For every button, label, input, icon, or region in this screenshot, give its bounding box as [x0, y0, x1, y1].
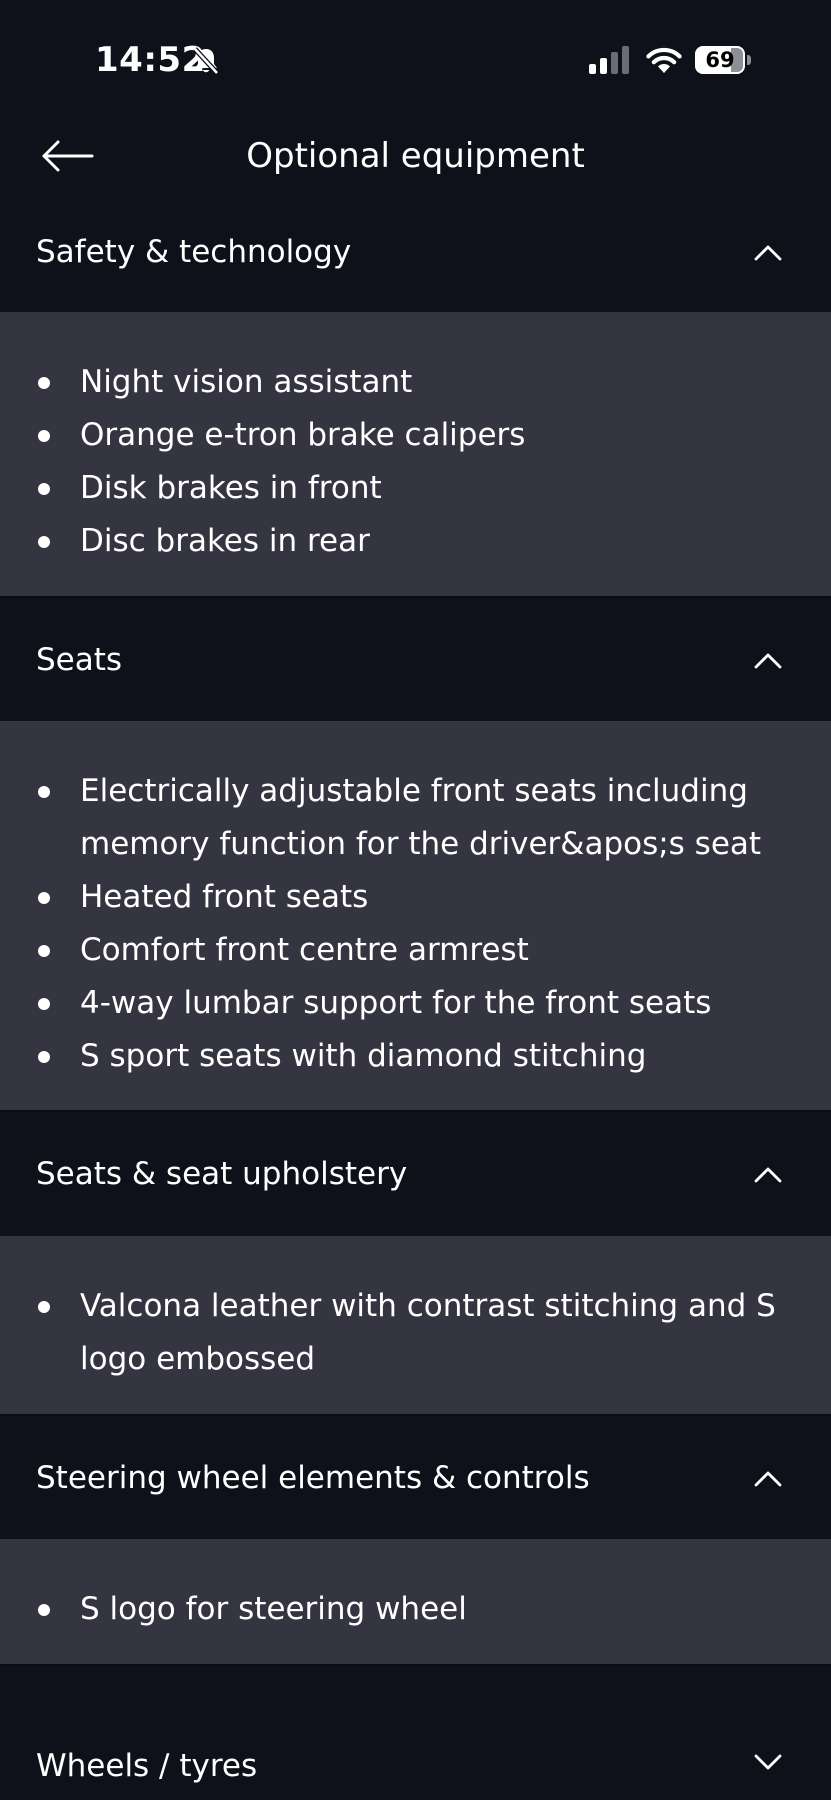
bullet-icon	[38, 483, 50, 495]
list-item: Valcona leather with contrast stitching …	[0, 1280, 831, 1386]
chevron-up-icon	[754, 653, 782, 669]
list-item: Disc brakes in rear	[0, 515, 831, 568]
battery-icon: 69	[695, 46, 753, 76]
chevron-up-icon	[754, 1167, 782, 1183]
bullet-icon	[38, 377, 50, 389]
list-item: Night vision assistant	[0, 356, 831, 409]
section-title: Wheels / tyres	[36, 1748, 258, 1784]
chevron-up-icon	[754, 1471, 782, 1487]
section-header-wheels-tyres[interactable]: Wheels / tyres	[0, 1666, 831, 1800]
list-item: Electrically adjustable front seats incl…	[0, 765, 831, 871]
bullet-icon	[38, 1604, 50, 1616]
bullet-icon	[38, 536, 50, 548]
status-bar: 14:52 69	[0, 0, 831, 120]
bullet-icon	[38, 430, 50, 442]
battery-percent: 69	[705, 48, 735, 72]
bullet-icon	[38, 945, 50, 957]
section-title: Safety & technology	[36, 234, 352, 270]
wifi-icon	[646, 47, 682, 73]
section-title: Seats & seat upholstery	[36, 1156, 408, 1192]
section-header-seat-upholstery[interactable]: Seats & seat upholstery	[0, 1112, 831, 1236]
list-item: Orange e-tron brake calipers	[0, 409, 831, 462]
nav-header: Optional equipment	[0, 120, 831, 190]
status-time: 14:52	[95, 40, 206, 80]
list-item: Comfort front centre armrest	[0, 924, 831, 977]
section-header-steering-wheel[interactable]: Steering wheel elements & controls	[0, 1416, 831, 1540]
list-item: Disk brakes in front	[0, 462, 831, 515]
section-panel-safety-technology: Night vision assistant Orange e-tron bra…	[0, 312, 831, 597]
list-item: S sport seats with diamond stitching	[0, 1030, 831, 1083]
bullet-icon	[38, 1301, 50, 1313]
list-item: S logo for steering wheel	[0, 1583, 831, 1636]
section-panel-seat-upholstery: Valcona leather with contrast stitching …	[0, 1236, 831, 1414]
section-panel-seats: Electrically adjustable front seats incl…	[0, 721, 831, 1111]
section-title: Seats	[36, 642, 123, 678]
section-header-safety-technology[interactable]: Safety & technology	[0, 190, 831, 314]
section-title: Steering wheel elements & controls	[36, 1460, 590, 1496]
chevron-up-icon	[754, 245, 782, 261]
list-item: 4-way lumbar support for the front seats	[0, 977, 831, 1030]
bell-slash-icon	[193, 47, 219, 75]
bullet-icon	[38, 786, 50, 798]
bullet-icon	[38, 998, 50, 1010]
list-item: Heated front seats	[0, 871, 831, 924]
page-title: Optional equipment	[246, 136, 585, 176]
cellular-signal-icon	[589, 46, 629, 74]
chevron-down-icon	[754, 1754, 782, 1770]
section-header-seats[interactable]: Seats	[0, 598, 831, 722]
section-panel-steering-wheel: S logo for steering wheel	[0, 1539, 831, 1664]
bullet-icon	[38, 892, 50, 904]
bullet-icon	[38, 1051, 50, 1063]
